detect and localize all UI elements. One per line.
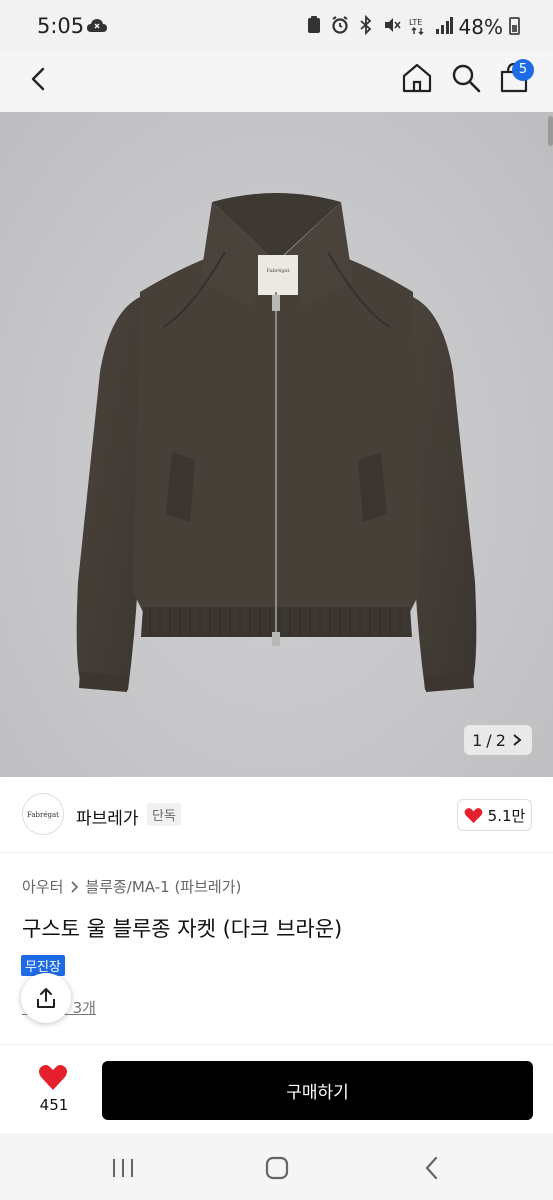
status-bar: 5:05 LTE 48% bbox=[0, 0, 553, 52]
jacket-photo: Fabrégat bbox=[76, 193, 477, 692]
share-button[interactable] bbox=[21, 973, 71, 1023]
image-counter[interactable]: 1 / 2 bbox=[464, 725, 532, 755]
image-counter-separator: / bbox=[486, 730, 492, 750]
brand-logo[interactable]: Fabrégat bbox=[22, 793, 64, 835]
battery-icon bbox=[509, 17, 520, 35]
bluetooth-icon bbox=[360, 15, 372, 35]
brand-name[interactable]: 파브레가 bbox=[76, 804, 139, 829]
scrollbar[interactable] bbox=[548, 116, 553, 146]
cloud-icon bbox=[87, 19, 107, 32]
status-time: 5:05 bbox=[37, 14, 85, 38]
wishlist-heart-icon[interactable] bbox=[38, 1063, 68, 1091]
svg-text:Fabrégat: Fabrégat bbox=[267, 267, 290, 274]
top-nav: 5 bbox=[0, 52, 553, 112]
lte-icon: LTE bbox=[409, 18, 424, 35]
share-icon bbox=[37, 988, 55, 1008]
brand-like-button[interactable]: 5.1만 bbox=[457, 799, 532, 831]
image-counter-total: 2 bbox=[495, 730, 506, 750]
battery-percent: 48% bbox=[458, 15, 503, 39]
mute-icon bbox=[385, 18, 401, 32]
bottom-action-bar: 451 구매하기 bbox=[0, 1045, 553, 1133]
product-title: 구스토 울 블루종 자켓 (다크 브라운) bbox=[22, 917, 343, 941]
recent-apps-icon[interactable] bbox=[110, 1157, 136, 1179]
home-icon[interactable] bbox=[400, 61, 434, 95]
chevron-right-icon bbox=[71, 880, 79, 893]
chevron-right-icon bbox=[513, 734, 522, 746]
signal-icon bbox=[436, 17, 453, 34]
home-button-icon[interactable] bbox=[264, 1155, 290, 1181]
cart-count-badge: 5 bbox=[512, 59, 534, 81]
svg-text:LTE: LTE bbox=[409, 18, 422, 27]
breadcrumb: 아우터 블루종/MA-1 (파브레가) bbox=[22, 876, 241, 897]
heart-icon bbox=[464, 807, 483, 823]
alarm-icon bbox=[332, 16, 348, 34]
breadcrumb-subcategory[interactable]: 블루종/MA-1 (파브레가) bbox=[85, 876, 241, 897]
back-arrow-icon[interactable] bbox=[22, 62, 56, 96]
system-nav-bar bbox=[0, 1133, 553, 1200]
brand-row: Fabrégat 파브레가 단독 5.1만 bbox=[0, 777, 553, 853]
breadcrumb-category[interactable]: 아우터 bbox=[22, 876, 63, 897]
wishlist-count: 451 bbox=[39, 1096, 69, 1114]
search-icon[interactable] bbox=[449, 61, 483, 95]
buy-button[interactable]: 구매하기 bbox=[102, 1061, 533, 1120]
clipboard-icon bbox=[308, 16, 320, 33]
product-image[interactable]: Fabrégat bbox=[0, 112, 553, 777]
exclusive-tag: 단독 bbox=[147, 803, 181, 826]
system-back-icon[interactable] bbox=[420, 1155, 444, 1181]
image-counter-current: 1 bbox=[472, 730, 483, 750]
brand-like-count: 5.1만 bbox=[487, 806, 526, 825]
